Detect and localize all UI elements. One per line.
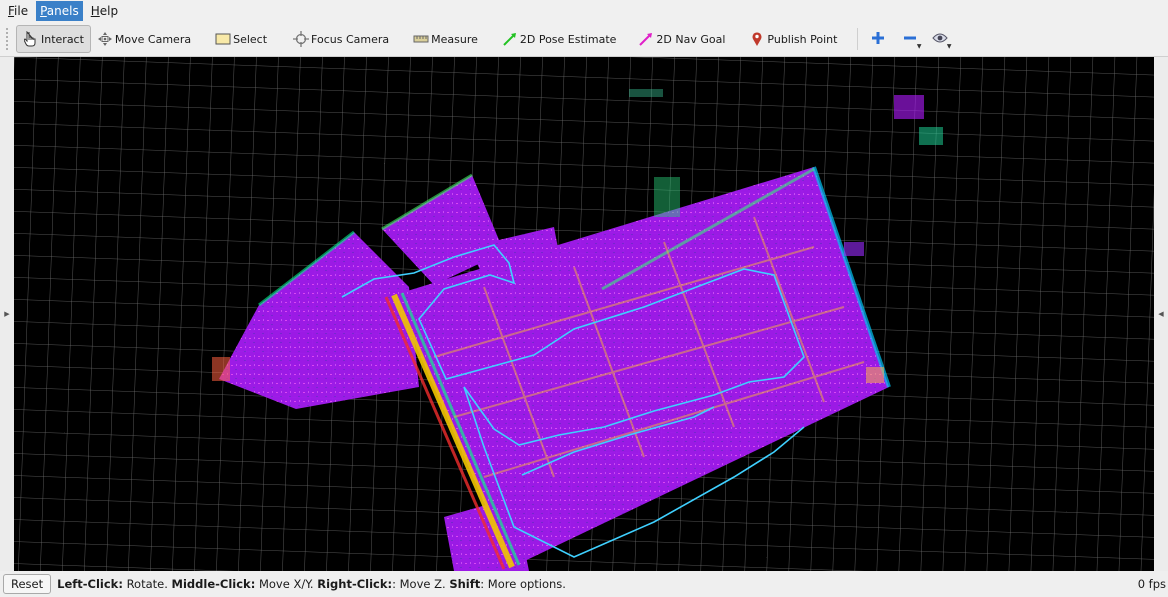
interact-label: Interact	[41, 32, 84, 46]
hint-part: Shift	[449, 577, 481, 591]
move-camera-tool-button[interactable]: Move Camera	[91, 25, 197, 53]
interact-tool-button[interactable]: Interact	[16, 25, 91, 53]
hint-part: : More options.	[480, 577, 566, 591]
chevron-right-icon: ▶	[4, 310, 10, 318]
add-tool-button[interactable]	[864, 25, 892, 53]
hint-part: Rotate.	[122, 577, 172, 591]
hint-part: : Move Z.	[392, 577, 450, 591]
3d-render-viewport[interactable]	[14, 57, 1154, 571]
move-camera-icon	[97, 31, 113, 47]
publish-point-tool-button[interactable]: Publish Point	[743, 25, 843, 53]
pose-estimate-tool-button[interactable]: 2D Pose Estimate	[496, 25, 623, 53]
status-bar: Reset Left-Click: Rotate. Middle-Click: …	[0, 571, 1168, 597]
hand-pointer-icon	[23, 31, 39, 47]
right-dock-handle[interactable]: ◀	[1154, 57, 1168, 571]
hint-part: Left-Click:	[57, 577, 123, 591]
plus-icon	[871, 31, 885, 48]
ruler-icon	[413, 31, 429, 47]
move-camera-label: Move Camera	[114, 32, 192, 46]
reset-button[interactable]: Reset	[3, 574, 52, 594]
point-cloud-map-render	[14, 57, 1154, 571]
menu-help[interactable]: Help	[87, 1, 122, 21]
view-options-button[interactable]: ▼	[926, 25, 954, 53]
menu-mnemonic: H	[90, 4, 100, 18]
chevron-down-icon: ▼	[916, 43, 922, 50]
magenta-arrow-icon	[638, 31, 654, 47]
focus-crosshair-icon	[293, 31, 310, 47]
focus-camera-label: Focus Camera	[311, 32, 390, 46]
menu-file[interactable]: File	[4, 1, 32, 21]
remove-tool-button[interactable]: ▼	[896, 25, 924, 53]
toolbar-separator	[857, 28, 859, 50]
focus-camera-tool-button[interactable]: Focus Camera	[287, 25, 395, 53]
menu-bar: File Panels Help	[0, 0, 1168, 22]
menu-label-rest: anels	[46, 4, 79, 18]
hint-part: Middle-Click:	[171, 577, 256, 591]
menu-panels[interactable]: Panels	[36, 1, 83, 21]
chevron-left-icon: ◀	[1158, 310, 1164, 318]
green-arrow-icon	[502, 31, 518, 47]
tool-bar: Interact Move Camera Select Focus Camera…	[0, 22, 1168, 57]
measure-tool-button[interactable]: Measure	[407, 25, 484, 53]
map-pin-icon	[749, 31, 765, 47]
nav-goal-label: 2D Nav Goal	[656, 32, 726, 46]
toolbar-grip[interactable]	[6, 28, 12, 50]
mouse-hint-text: Left-Click: Rotate. Middle-Click: Move X…	[57, 577, 566, 591]
minus-icon	[903, 31, 917, 48]
select-label: Select	[233, 32, 268, 46]
menu-mnemonic: P	[40, 4, 47, 18]
menu-label-rest: ile	[14, 4, 29, 18]
nav-goal-tool-button[interactable]: 2D Nav Goal	[632, 25, 731, 53]
measure-label: Measure	[431, 32, 478, 46]
left-dock-handle[interactable]: ▶	[0, 57, 14, 571]
hint-part: Right-Click:	[317, 577, 393, 591]
fps-counter: 0 fps	[1137, 577, 1166, 591]
publish-point-label: Publish Point	[767, 32, 838, 46]
chevron-down-icon: ▼	[946, 43, 952, 50]
pose-estimate-label: 2D Pose Estimate	[519, 32, 617, 46]
hint-part: Move X/Y.	[255, 577, 318, 591]
select-rectangle-icon	[215, 31, 231, 47]
menu-label-rest: elp	[99, 4, 119, 18]
select-tool-button[interactable]: Select	[209, 25, 273, 53]
